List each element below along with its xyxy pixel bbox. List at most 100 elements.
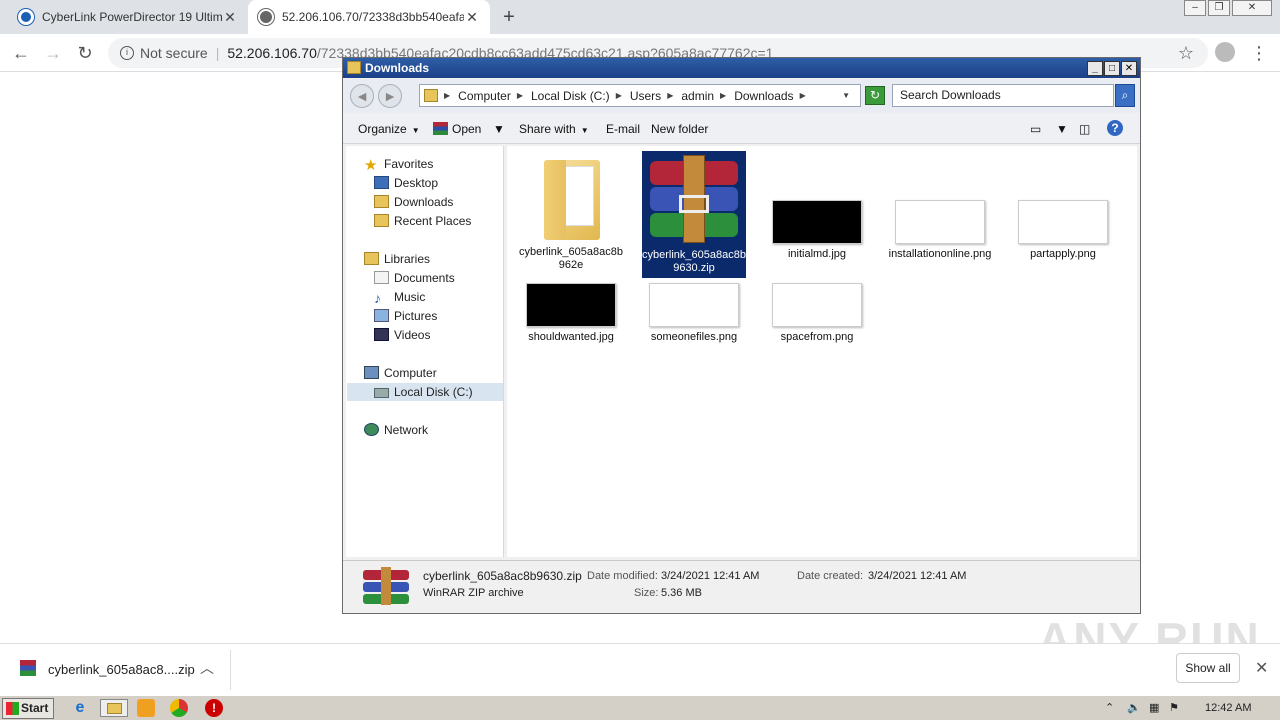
bookmark-star-icon[interactable]: ☆ <box>1175 42 1197 64</box>
breadcrumb-users[interactable]: Users <box>630 89 661 103</box>
system-tray: ⌃ 🔈 ▦ ⚑ 12:42 AM <box>1105 697 1280 719</box>
minimize-button[interactable]: _ <box>1087 61 1103 76</box>
open-dropdown-chevron-down-icon[interactable]: ▼ <box>493 122 505 136</box>
file-list: cyberlink_605a8ac8b962e cyberlink_605a8a… <box>507 146 1137 557</box>
tab-cyberlink[interactable]: CyberLink PowerDirector 19 Ultimate ✕ <box>8 0 248 34</box>
open-button[interactable]: Open <box>433 122 481 136</box>
image-thumbnail <box>649 283 739 327</box>
details-modified-label: Date modified: <box>587 570 658 582</box>
file-item-png[interactable]: someonefiles.png <box>642 283 746 344</box>
breadcrumb-computer[interactable]: Computer <box>458 89 511 103</box>
file-item-png[interactable]: installationonline.png <box>888 200 992 261</box>
maximize-button[interactable]: □ <box>1104 61 1120 76</box>
file-label: spacefrom.png <box>780 331 854 343</box>
help-icon[interactable]: ? <box>1107 120 1123 136</box>
network-icon[interactable]: ▦ <box>1149 697 1159 719</box>
breadcrumb[interactable]: ▶ Computer ▶ Local Disk (C:) ▶ Users ▶ admi… <box>419 84 861 107</box>
view-options-chevron-down-icon[interactable]: ▼ <box>1056 122 1068 136</box>
share-with-menu[interactable]: Share with ▼ <box>519 122 589 136</box>
folder-icon <box>107 703 122 714</box>
file-item-png[interactable]: partapply.png <box>1011 200 1115 261</box>
image-thumbnail <box>895 200 985 244</box>
back-arrow-icon[interactable]: ◄ <box>350 84 374 108</box>
chevron-up-icon[interactable]: ⌃ <box>1105 697 1114 719</box>
security-alert-icon[interactable]: ! <box>205 699 223 717</box>
email-button[interactable]: E-mail <box>606 122 640 136</box>
chevron-right-icon[interactable]: ▶ <box>616 91 622 100</box>
desktop-icon <box>374 176 389 189</box>
new-tab-button[interactable]: + <box>498 6 520 29</box>
show-all-button[interactable]: Show all <box>1176 653 1240 683</box>
chevron-right-icon[interactable]: ▶ <box>800 91 806 100</box>
nav-computer[interactable]: Computer <box>364 364 437 382</box>
nav-local-disk[interactable]: Local Disk (C:) <box>347 383 503 401</box>
forward-arrow-icon[interactable]: ► <box>378 84 402 108</box>
explorer-taskbar-button[interactable] <box>100 699 128 717</box>
minimize-window-button[interactable]: – <box>1184 0 1206 16</box>
nav-libraries[interactable]: Libraries <box>364 250 430 268</box>
file-label: cyberlink_605a8ac8b9630.zip <box>642 249 746 274</box>
url-host: 52.206.106.70 <box>227 45 317 61</box>
search-input[interactable]: Search Downloads <box>892 84 1114 107</box>
chevron-right-icon[interactable]: ▶ <box>667 91 673 100</box>
folder-icon <box>347 61 361 74</box>
file-item-png[interactable]: spacefrom.png <box>765 283 869 344</box>
tab-active-site[interactable]: 52.206.106.70/72338d3bb540eafac ✕ <box>248 0 490 34</box>
drive-icon <box>374 388 389 398</box>
breadcrumb-admin[interactable]: admin <box>681 89 714 103</box>
clock: 12:42 AM <box>1205 702 1252 714</box>
speaker-icon[interactable]: 🔈 <box>1127 697 1141 719</box>
close-tab-icon[interactable]: ✕ <box>464 9 480 26</box>
breadcrumb-local-disk[interactable]: Local Disk (C:) <box>531 89 610 103</box>
profile-avatar[interactable] <box>1214 42 1236 64</box>
file-item-jpg[interactable]: initialmd.jpg <box>765 200 869 261</box>
download-item-name[interactable]: cyberlink_605a8ac8....zip <box>48 662 195 677</box>
breadcrumb-downloads[interactable]: Downloads <box>734 89 793 103</box>
explorer-title-bar[interactable]: Downloads _ □ ✕ <box>343 58 1140 78</box>
file-item-jpg[interactable]: shouldwanted.jpg <box>519 283 623 344</box>
organize-menu[interactable]: Organize ▼ <box>358 122 420 136</box>
nav-pictures[interactable]: Pictures <box>374 307 437 325</box>
chevron-up-icon[interactable]: ︿ <box>200 658 214 678</box>
file-item-zip-selected[interactable]: cyberlink_605a8ac8b9630.zip <box>642 151 746 278</box>
search-icon[interactable]: ⌕ <box>1115 84 1135 107</box>
back-button[interactable]: ← <box>10 42 32 64</box>
nav-network[interactable]: Network <box>364 421 428 439</box>
change-view-icon[interactable]: ▭ <box>1030 122 1041 136</box>
internet-explorer-icon[interactable]: e <box>70 699 90 717</box>
close-button[interactable]: ✕ <box>1121 61 1137 76</box>
reload-button[interactable]: ↻ <box>74 42 96 64</box>
details-created-label: Date created: <box>797 570 864 582</box>
info-icon[interactable]: i <box>120 46 134 60</box>
refresh-icon[interactable]: ↻ <box>865 86 885 105</box>
file-label: initialmd.jpg <box>787 248 847 260</box>
forward-button[interactable]: → <box>42 42 64 64</box>
file-item-folder[interactable]: cyberlink_605a8ac8b962e <box>519 152 623 272</box>
chevron-right-icon[interactable]: ▶ <box>720 91 726 100</box>
restore-window-button[interactable]: ❐ <box>1208 0 1230 16</box>
close-icon[interactable]: ✕ <box>1255 658 1268 678</box>
close-window-button[interactable]: ✕ <box>1232 0 1272 16</box>
nav-desktop[interactable]: Desktop <box>374 174 438 192</box>
close-tab-icon[interactable]: ✕ <box>222 9 238 26</box>
file-label: partapply.png <box>1030 248 1096 260</box>
start-button[interactable]: Start <box>2 698 54 719</box>
nav-music[interactable]: ♪ Music <box>374 288 425 306</box>
nav-documents[interactable]: Documents <box>374 269 455 287</box>
image-thumbnail <box>772 200 862 244</box>
new-folder-button[interactable]: New folder <box>651 122 708 136</box>
menu-kebab-icon[interactable]: ⋮ <box>1248 42 1270 64</box>
nav-videos[interactable]: Videos <box>374 326 430 344</box>
media-player-icon[interactable] <box>137 699 155 717</box>
chrome-icon[interactable] <box>170 699 188 717</box>
chevron-down-icon[interactable]: ▼ <box>842 91 850 100</box>
nav-downloads[interactable]: Downloads <box>374 193 453 211</box>
chevron-right-icon[interactable]: ▶ <box>517 91 523 100</box>
explorer-address-row: ◄ ► ▶ Computer ▶ Local Disk (C:) ▶ Users ▶ … <box>343 79 1140 113</box>
preview-pane-icon[interactable]: ◫ <box>1079 122 1090 136</box>
nav-favorites[interactable]: ★ Favorites <box>364 155 433 173</box>
flag-icon[interactable]: ⚑ <box>1169 697 1179 719</box>
chevron-right-icon[interactable]: ▶ <box>444 91 450 100</box>
nav-recent-places[interactable]: Recent Places <box>374 212 471 230</box>
file-label: shouldwanted.jpg <box>528 331 614 343</box>
